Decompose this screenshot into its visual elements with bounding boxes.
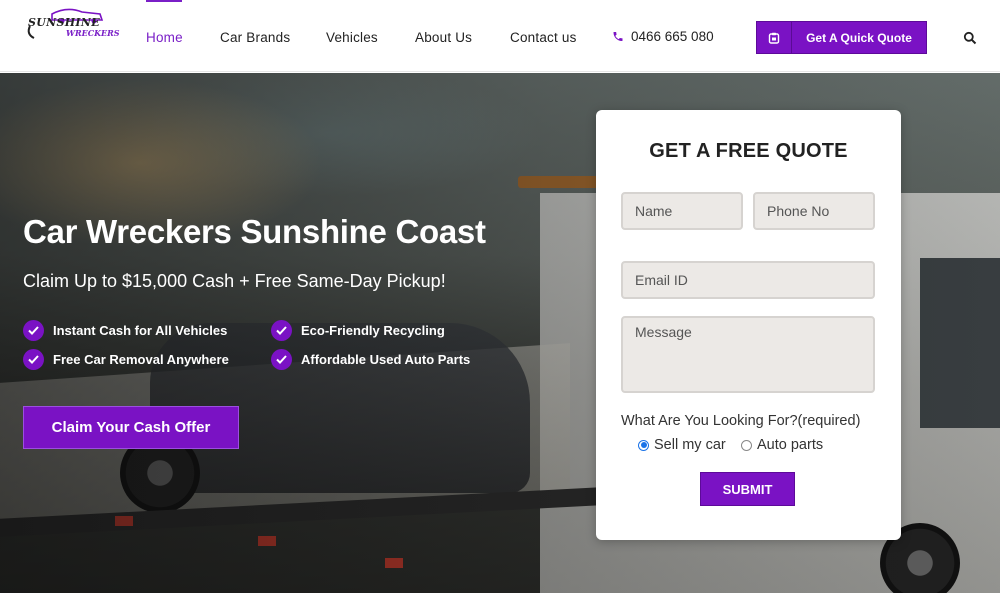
nav-contact-us[interactable]: Contact us — [510, 30, 577, 45]
check-icon — [23, 349, 44, 370]
nav-vehicles[interactable]: Vehicles — [326, 30, 378, 45]
email-field[interactable] — [621, 261, 875, 299]
logo[interactable]: SUNSHINE WRECKERS — [22, 4, 120, 44]
looking-for-label: What Are You Looking For?(required) — [621, 413, 861, 429]
quick-quote-label: Get A Quick Quote — [806, 30, 912, 45]
phone-icon — [613, 32, 623, 41]
feature-item: Free Car Removal Anywhere — [23, 349, 229, 370]
claim-cash-offer-button[interactable]: Claim Your Cash Offer — [23, 406, 239, 449]
nav-active-indicator — [146, 0, 182, 2]
option-sell-my-car[interactable]: Sell my car — [638, 437, 726, 453]
radio-sell-my-car[interactable] — [638, 439, 649, 451]
option-label: Auto parts — [757, 437, 824, 453]
feature-item: Affordable Used Auto Parts — [271, 349, 470, 370]
check-icon — [271, 320, 292, 341]
option-auto-parts[interactable]: Auto parts — [741, 437, 823, 453]
phone-field[interactable] — [753, 192, 875, 230]
nav-home[interactable]: Home — [146, 30, 183, 45]
quote-form: GET A FREE QUOTE What Are You Looking Fo… — [596, 110, 901, 540]
nav-about-us[interactable]: About Us — [415, 30, 472, 45]
clipboard-icon — [757, 21, 792, 54]
radio-auto-parts[interactable] — [741, 439, 752, 451]
nav-car-brands[interactable]: Car Brands — [220, 30, 290, 45]
feature-label: Affordable Used Auto Parts — [301, 352, 471, 367]
check-icon — [271, 349, 292, 370]
name-field[interactable] — [621, 192, 743, 230]
option-label: Sell my car — [654, 437, 726, 453]
form-title: GET A FREE QUOTE — [649, 140, 848, 162]
logo-text-secondary: WRECKERS — [66, 28, 120, 38]
phone-link[interactable]: 0466 665 080 — [612, 29, 714, 44]
quick-quote-button[interactable]: Get A Quick Quote — [756, 21, 927, 54]
phone-number: 0466 665 080 — [631, 29, 714, 44]
feature-label: Eco-Friendly Recycling — [301, 323, 445, 338]
search-icon[interactable] — [963, 31, 977, 45]
hero-subtitle: Claim Up to $15,000 Cash + Free Same-Day… — [23, 271, 446, 291]
check-icon — [23, 320, 44, 341]
hero-title: Car Wreckers Sunshine Coast — [23, 213, 486, 250]
feature-item: Eco-Friendly Recycling — [271, 320, 445, 341]
message-field[interactable] — [621, 316, 875, 393]
feature-label: Instant Cash for All Vehicles — [53, 323, 228, 338]
feature-label: Free Car Removal Anywhere — [53, 352, 229, 367]
submit-button[interactable]: SUBMIT — [700, 472, 795, 506]
feature-item: Instant Cash for All Vehicles — [23, 320, 227, 341]
site-header: SUNSHINE WRECKERS Home Car Brands Vehicl… — [0, 0, 1000, 72]
